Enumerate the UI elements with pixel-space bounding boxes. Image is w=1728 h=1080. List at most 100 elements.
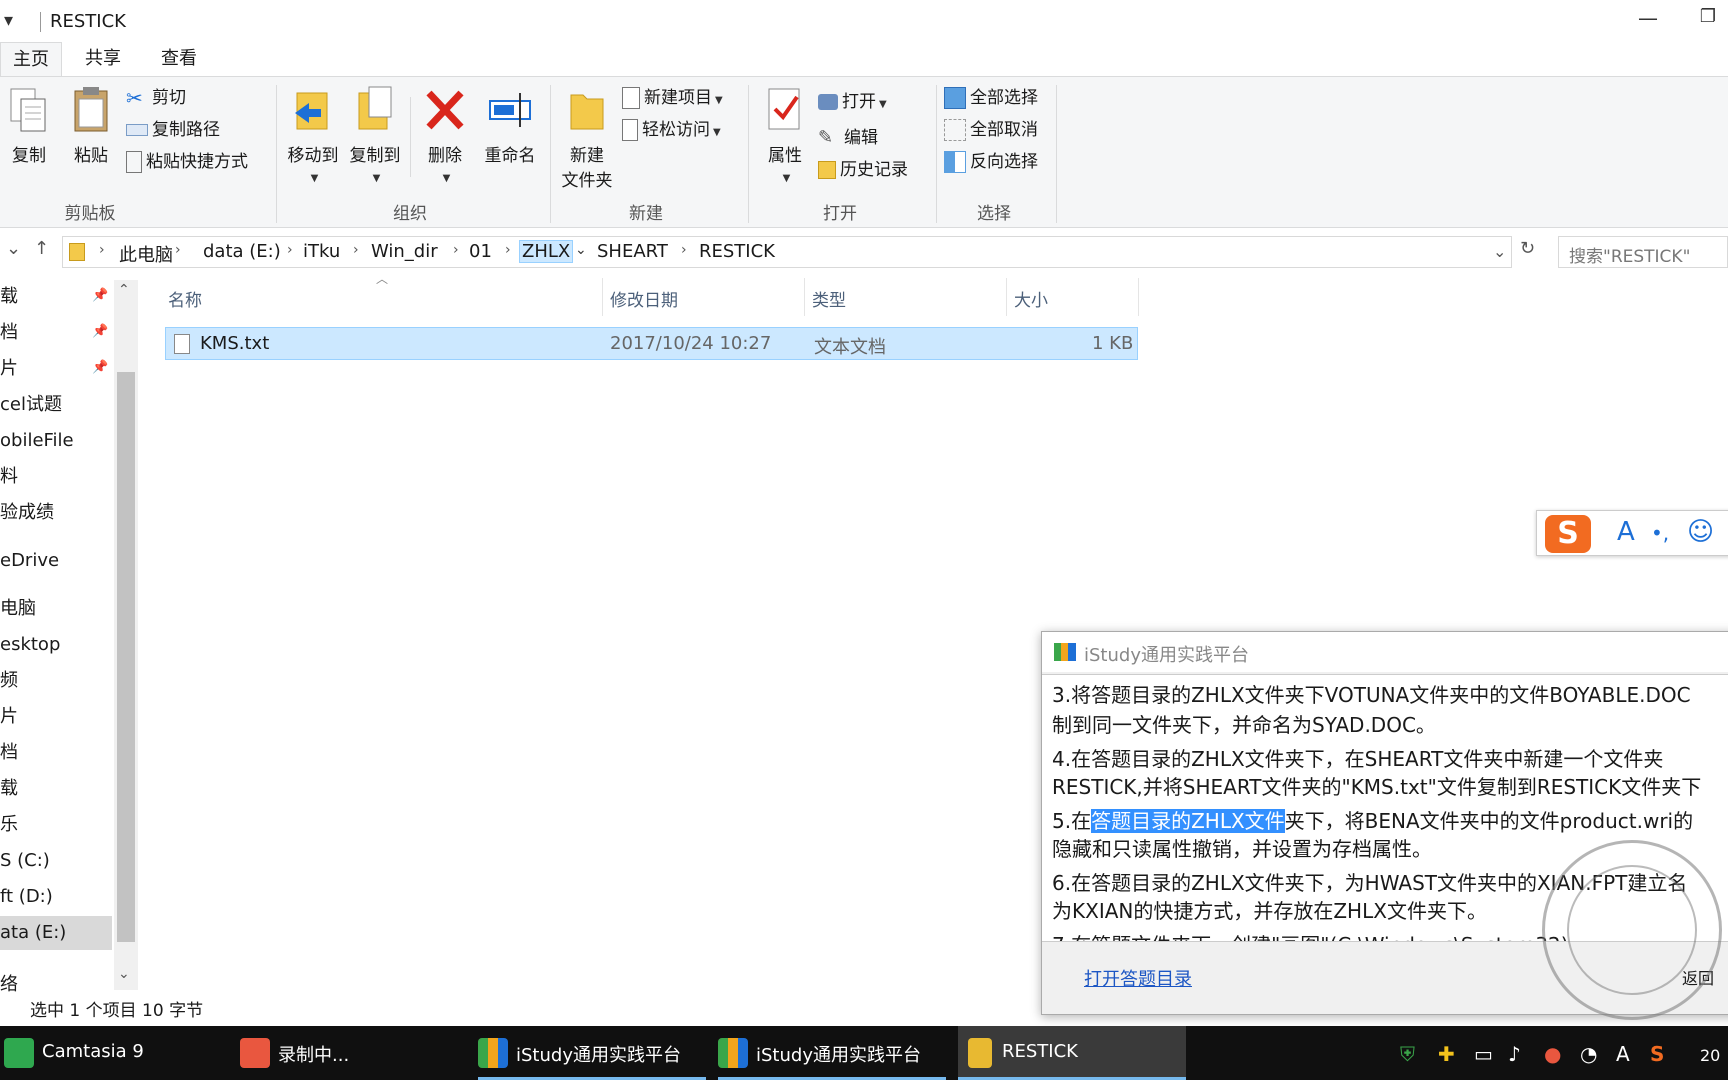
sort-arrow-icon: ︿ <box>376 272 389 286</box>
taskbar-item-camtasia[interactable]: Camtasia 9 <box>4 1026 224 1080</box>
select-all-button[interactable]: 全部选择 <box>944 83 1038 113</box>
nav-item[interactable]: cel试题 <box>0 388 112 422</box>
file-type: 文本文档 <box>814 337 886 358</box>
breadcrumb-itku[interactable]: iTku <box>303 241 340 262</box>
invert-selection-button[interactable]: 反向选择 <box>944 147 1038 177</box>
breadcrumb-this-pc[interactable]: 此电脑 <box>119 241 173 267</box>
paste-shortcut-button[interactable]: 粘贴快捷方式 <box>126 147 248 177</box>
nav-item[interactable]: 片 <box>0 700 112 734</box>
new-item-button[interactable]: 新建项目 ▼ <box>622 83 723 113</box>
nav-item[interactable]: 料 <box>0 460 112 494</box>
taskbar-item-istudy-1[interactable]: iStudy通用实践平台 <box>478 1026 706 1080</box>
column-type[interactable]: 类型 <box>812 286 846 311</box>
column-divider[interactable] <box>602 278 603 316</box>
column-divider[interactable] <box>804 278 805 316</box>
taskbar-item-recording[interactable]: 录制中... <box>240 1026 460 1080</box>
history-button[interactable]: 历史记录 <box>818 155 908 185</box>
breadcrumb-sheart[interactable]: SHEART <box>597 241 668 262</box>
scroll-up-icon[interactable]: ⌃ <box>118 282 130 298</box>
new-folder-button[interactable]: 新建 文件夹 <box>556 85 618 191</box>
breadcrumb-01[interactable]: 01 <box>469 241 492 262</box>
sogou-logo-icon[interactable]: S <box>1545 515 1591 553</box>
delete-x-icon <box>426 90 464 130</box>
edit-button[interactable]: ✎ 编辑 <box>818 123 878 153</box>
copy-to-button[interactable]: 复制到 ▼ <box>346 85 404 186</box>
open-button[interactable]: 打开 ▼ <box>818 87 887 117</box>
breadcrumb-restick[interactable]: RESTICK <box>699 241 775 262</box>
select-none-button[interactable]: 全部取消 <box>944 115 1038 145</box>
nav-item[interactable]: ft (D:) <box>0 880 112 914</box>
scrollbar-thumb[interactable] <box>117 372 135 942</box>
search-input[interactable]: 搜索"RESTICK" <box>1558 236 1728 268</box>
input-method-icon[interactable]: A <box>1616 1042 1630 1066</box>
maximize-button[interactable]: ❐ <box>1688 6 1728 36</box>
file-date: 2017/10/24 10:27 <box>610 333 772 354</box>
nav-item[interactable]: obileFile <box>0 424 112 458</box>
nav-item[interactable]: 乐 <box>0 808 112 842</box>
nav-item[interactable]: eDrive <box>0 544 112 578</box>
nav-item[interactable]: esktop <box>0 628 112 662</box>
address-history-dropdown-icon[interactable]: ⌄ <box>1493 242 1506 261</box>
clock[interactable]: 20 <box>1700 1046 1720 1065</box>
nav-item[interactable]: 验成绩 <box>0 496 112 530</box>
dialog-title: iStudy通用实践平台 <box>1084 645 1249 666</box>
tray-app-icon[interactable]: ● <box>1544 1042 1561 1066</box>
tab-view[interactable]: 查看 <box>154 42 204 76</box>
nav-item[interactable]: S (C:) <box>0 844 112 878</box>
wifi-icon[interactable]: ◔ <box>1580 1042 1597 1066</box>
rename-button[interactable]: 重命名 <box>480 85 540 166</box>
edit-label: 编辑 <box>844 128 878 148</box>
battery-icon[interactable]: ▭ <box>1474 1042 1493 1066</box>
pin-icon[interactable]: 📌 <box>92 324 108 339</box>
address-bar[interactable]: › 此电脑 › data (E:) › iTku › Win_dir › 01 … <box>62 236 1512 268</box>
ime-emoji-icon[interactable]: ☺ <box>1687 517 1714 547</box>
taskbar-item-restick[interactable]: RESTICK <box>958 1026 1186 1080</box>
column-name[interactable]: 名称 <box>168 286 202 311</box>
quick-access-dropdown-icon[interactable]: ▾ <box>4 10 13 31</box>
taskbar-item-istudy-2[interactable]: iStudy通用实践平台 <box>718 1026 946 1080</box>
scroll-down-icon[interactable]: ⌄ <box>118 966 130 982</box>
breadcrumb-win-dir[interactable]: Win_dir <box>371 241 438 262</box>
paste-button[interactable]: 粘贴 <box>68 85 114 166</box>
sogou-tray-icon[interactable]: S <box>1650 1042 1664 1066</box>
open-answer-directory-link[interactable]: 打开答题目录 <box>1084 965 1192 991</box>
up-arrow-icon[interactable]: ↑ <box>34 238 49 259</box>
breadcrumb-data-e[interactable]: data (E:) <box>203 241 281 262</box>
move-to-button[interactable]: 移动到 ▼ <box>284 85 342 186</box>
nav-item[interactable]: 电脑 <box>0 592 112 626</box>
volume-icon[interactable]: ♪ <box>1508 1042 1521 1066</box>
breadcrumb-dropdown-icon[interactable]: ⌄ <box>575 242 587 258</box>
nav-scrollbar[interactable]: ⌃ ⌄ <box>114 280 138 990</box>
refresh-icon[interactable]: ↻ <box>1520 238 1535 259</box>
file-row[interactable]: KMS.txt 2017/10/24 10:27 文本文档 1 KB <box>165 327 1138 360</box>
column-date[interactable]: 修改日期 <box>610 286 678 311</box>
taskbar-label: iStudy通用实践平台 <box>756 1045 921 1066</box>
column-size[interactable]: 大小 <box>1014 286 1048 311</box>
nav-item[interactable]: ata (E:) <box>0 916 112 950</box>
ime-font-icon[interactable]: A <box>1617 517 1635 547</box>
breadcrumb-zhlx[interactable]: ZHLX <box>519 240 574 263</box>
copy-path-button[interactable]: 复制路径 <box>126 115 220 145</box>
breadcrumb-separator-icon: › <box>681 242 687 258</box>
column-divider[interactable] <box>1006 278 1007 316</box>
minimize-button[interactable]: — <box>1628 6 1668 36</box>
ime-punctuation-icon[interactable]: •, <box>1651 521 1669 545</box>
cut-button[interactable]: ✂ 剪切 <box>126 83 186 113</box>
recent-locations-chevron-icon[interactable]: ⌄ <box>6 238 21 259</box>
nav-item[interactable]: 载 <box>0 772 112 806</box>
folder-icon <box>69 243 85 261</box>
properties-button[interactable]: 属性 ▼ <box>756 85 814 186</box>
pin-icon[interactable]: 📌 <box>92 360 108 375</box>
tab-home[interactable]: 主页 <box>0 42 62 76</box>
column-divider[interactable] <box>1138 278 1139 316</box>
plus-badge-icon[interactable]: ✚ <box>1438 1042 1455 1066</box>
security-shield-icon[interactable]: ⛨ <box>1400 1042 1415 1066</box>
delete-button[interactable]: 删除 ▼ <box>420 85 470 186</box>
copy-button[interactable]: 复制 <box>6 85 52 166</box>
pin-icon[interactable]: 📌 <box>92 288 108 303</box>
tab-share[interactable]: 共享 <box>78 42 128 76</box>
nav-item[interactable]: 档 <box>0 736 112 770</box>
nav-item[interactable]: 频 <box>0 664 112 698</box>
easy-access-button[interactable]: 轻松访问 ▼ <box>622 115 721 145</box>
ribbon: 复制 粘贴 ✂ 剪切 复制路径 粘贴快捷方式 剪贴板 移动到 ▼ 复制到 ▼ 删除 ▼ <box>0 76 1728 228</box>
